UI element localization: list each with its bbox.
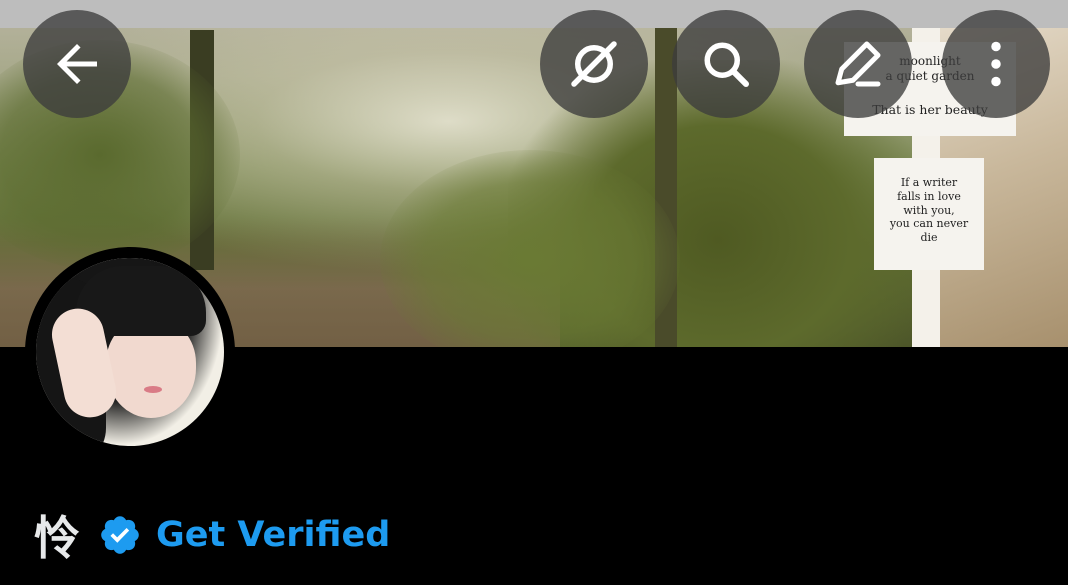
- edit-icon: [835, 41, 881, 87]
- arrow-left-icon: [57, 44, 97, 84]
- back-button[interactable]: [23, 10, 131, 118]
- edit-profile-button[interactable]: [804, 10, 912, 118]
- search-button[interactable]: [672, 10, 780, 118]
- more-vertical-icon: [991, 41, 1001, 87]
- banner-top-strip: [0, 0, 1068, 28]
- avatar-photo: [36, 258, 224, 446]
- note-line: If a writer: [900, 176, 958, 189]
- more-options-button[interactable]: [942, 10, 1050, 118]
- note-line: you can never: [889, 217, 969, 231]
- note-line: die: [920, 231, 938, 244]
- get-verified-link[interactable]: Get Verified: [156, 515, 390, 555]
- avatar-lips: [144, 386, 162, 393]
- profile-avatar[interactable]: [25, 247, 235, 457]
- grok-button[interactable]: [540, 10, 648, 118]
- banner-quote-note: If a writer falls in love with you, you …: [874, 158, 984, 270]
- note-line: with you,: [903, 203, 955, 217]
- verified-badge-icon[interactable]: [98, 513, 142, 557]
- profile-display-name: 怜: [34, 511, 80, 565]
- search-icon: [704, 42, 749, 87]
- profile-name-row: 怜 Get Verified: [34, 500, 390, 570]
- note-line: falls in love: [897, 189, 961, 203]
- grok-icon: [571, 41, 617, 87]
